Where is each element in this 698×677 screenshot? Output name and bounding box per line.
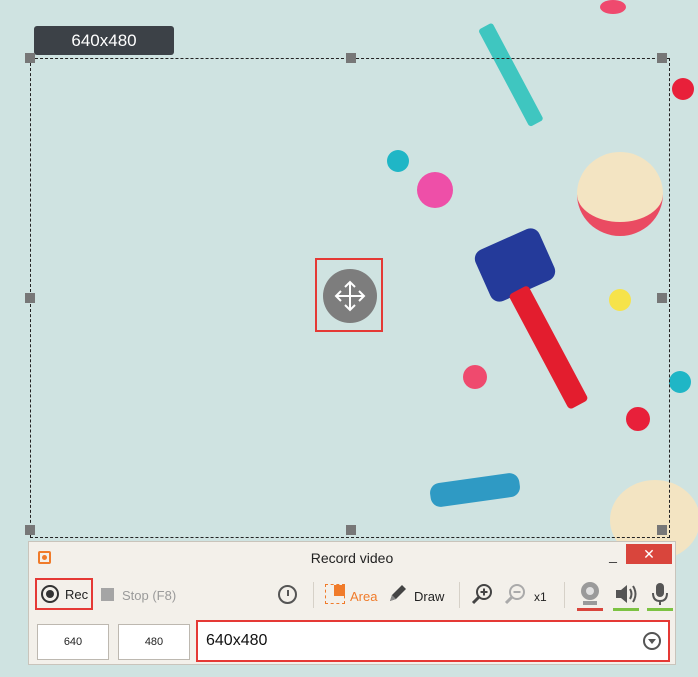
area-icon[interactable] (325, 584, 345, 604)
webcam-icon[interactable] (577, 580, 603, 610)
resize-handle-bottom[interactable] (346, 525, 356, 535)
height-field[interactable]: 480 (118, 624, 190, 660)
confetti-dot (672, 78, 694, 100)
capture-size-tag: 640x480 (34, 26, 174, 55)
resize-handle-top-left[interactable] (25, 53, 35, 63)
toolbar-divider (459, 582, 460, 608)
chevron-down-icon[interactable] (643, 632, 661, 650)
size-preset-value: 640x480 (206, 632, 268, 649)
minimize-button[interactable]: _ (604, 546, 622, 564)
toolbar-divider (313, 582, 314, 608)
record-toolbar: Rec Stop (F8) Area Draw x1 (29, 574, 675, 618)
resize-handle-top[interactable] (346, 53, 356, 63)
webcam-status-bar (577, 608, 603, 611)
zoom-out-icon[interactable] (503, 582, 527, 606)
confetti-dot (600, 0, 626, 14)
speaker-icon[interactable] (613, 580, 639, 610)
record-icon (41, 585, 59, 603)
resize-handle-bottom-left[interactable] (25, 525, 35, 535)
move-icon[interactable] (323, 269, 377, 323)
resize-handle-left[interactable] (25, 293, 35, 303)
confetti-dot (669, 371, 691, 393)
pencil-icon[interactable] (386, 581, 410, 605)
stop-button[interactable]: Stop (F8) (122, 588, 176, 603)
microphone-icon[interactable] (647, 580, 673, 610)
area-button[interactable]: Area (350, 589, 377, 604)
panel-titlebar[interactable]: Record video _ ✕ (29, 542, 675, 572)
close-button[interactable]: ✕ (626, 544, 672, 564)
zoom-in-icon[interactable] (470, 582, 494, 606)
stop-icon (101, 588, 114, 601)
rec-button[interactable]: Rec (35, 578, 93, 610)
resize-handle-right[interactable] (657, 293, 667, 303)
width-field[interactable]: 640 (37, 624, 109, 660)
resize-handle-bottom-right[interactable] (657, 525, 667, 535)
speaker-status-bar (613, 608, 639, 611)
timer-icon[interactable] (278, 585, 297, 604)
record-video-panel: Record video _ ✕ Rec Stop (F8) Area Draw (28, 541, 676, 665)
zoom-level[interactable]: x1 (534, 590, 547, 604)
move-handle-highlight (315, 258, 383, 332)
resize-handle-top-right[interactable] (657, 53, 667, 63)
mic-status-bar (647, 608, 673, 611)
draw-button[interactable]: Draw (414, 589, 444, 604)
size-preset-dropdown[interactable]: 640x480 (196, 620, 670, 662)
panel-title: Record video (310, 550, 394, 566)
toolbar-divider (564, 582, 565, 608)
rec-label: Rec (65, 587, 89, 602)
